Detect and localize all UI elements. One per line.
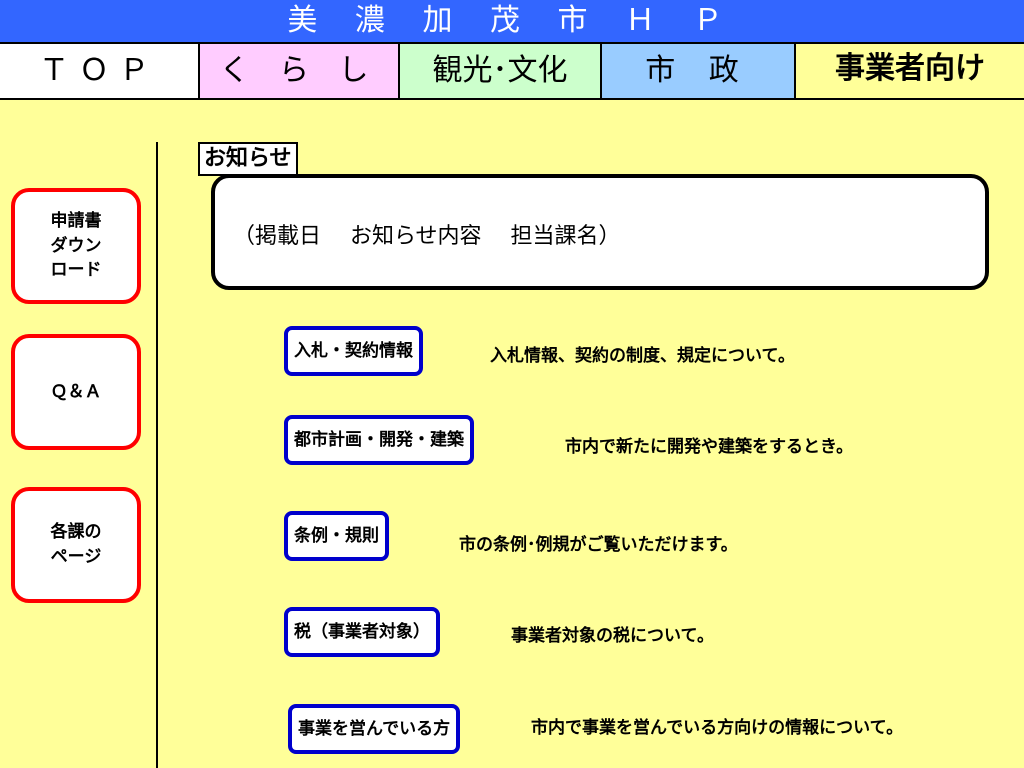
ordinances-rules-button[interactable]: 条例・規則 bbox=[284, 511, 389, 561]
ordinances-rules-description: 市の条例･例規がご覧いただけます。 bbox=[459, 535, 738, 555]
nav-top[interactable]: ＴＯＰ bbox=[0, 44, 200, 98]
site-title-bar: 美 濃 加 茂 市 Ｈ Ｐ bbox=[0, 0, 1024, 44]
sidebar-item-application-download[interactable]: 申請書 ダウン ロード bbox=[11, 188, 141, 304]
nav-jigyosha-muke[interactable]: 事業者向け bbox=[796, 44, 1024, 98]
sidebar-item-department-pages[interactable]: 各課の ページ bbox=[11, 487, 141, 603]
business-tax-button[interactable]: 税（事業者対象） bbox=[284, 607, 440, 657]
site-title: 美 濃 加 茂 市 Ｈ Ｐ bbox=[287, 3, 737, 38]
bidding-contract-description: 入札情報、契約の制度、規定について。 bbox=[490, 346, 795, 366]
business-operators-button[interactable]: 事業を営んでいる方 bbox=[288, 704, 461, 754]
business-operators-description: 市内で事業を営んでいる方向けの情報について。 bbox=[531, 718, 904, 738]
urban-planning-button[interactable]: 都市計画・開発・建築 bbox=[284, 415, 474, 465]
bidding-contract-button[interactable]: 入札・契約情報 bbox=[284, 326, 423, 376]
business-tax-description: 事業者対象の税について。 bbox=[511, 626, 714, 646]
notice-heading: お知らせ bbox=[198, 142, 298, 176]
notice-content: （掲載日 お知らせ内容 担当課名） bbox=[233, 224, 621, 249]
nav-kanko-bunka[interactable]: 観光･文化 bbox=[400, 44, 602, 98]
nav-kurashi[interactable]: く ら し bbox=[200, 44, 400, 98]
notice-panel: （掲載日 お知らせ内容 担当課名） bbox=[211, 174, 989, 290]
main-nav: ＴＯＰ く ら し 観光･文化 市 政 事業者向け bbox=[0, 44, 1024, 100]
urban-planning-description: 市内で新たに開発や建築をするとき。 bbox=[565, 437, 854, 457]
sidebar-divider bbox=[156, 142, 158, 768]
sidebar-item-qa[interactable]: Ｑ＆Ａ bbox=[11, 334, 141, 450]
nav-shisei[interactable]: 市 政 bbox=[602, 44, 796, 98]
